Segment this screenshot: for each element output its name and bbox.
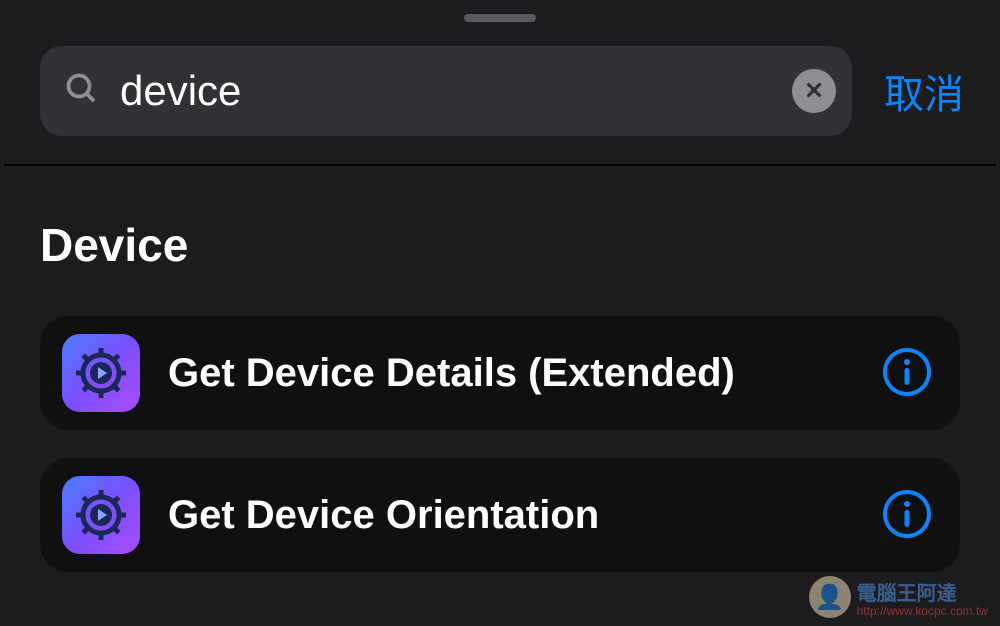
gear-play-icon [62, 476, 140, 554]
watermark-url: http://www.kocpc.com.tw [857, 605, 988, 618]
info-button[interactable] [882, 348, 932, 398]
info-button[interactable] [882, 490, 932, 540]
results-content: Device [4, 166, 996, 572]
info-icon [882, 347, 932, 400]
action-label: Get Device Orientation [168, 493, 854, 538]
watermark-title: 電腦王阿達 [857, 583, 988, 605]
action-item-device-orientation[interactable]: Get Device Orientation [40, 458, 960, 572]
search-input[interactable] [120, 67, 772, 115]
search-bar[interactable] [40, 46, 852, 136]
gear-play-icon [62, 334, 140, 412]
sheet-grabber[interactable] [464, 14, 536, 22]
search-icon [64, 71, 100, 112]
search-header: 取消 [4, 22, 996, 164]
watermark-text: 電腦王阿達 http://www.kocpc.com.tw [857, 583, 988, 618]
action-label: Get Device Details (Extended) [168, 351, 854, 396]
cancel-button[interactable]: 取消 [876, 62, 972, 120]
action-list: Get Device Details (Extended) [40, 316, 960, 572]
clear-search-button[interactable] [792, 69, 836, 113]
section-title: Device [40, 218, 960, 272]
search-sheet: 取消 Device [4, 14, 996, 626]
info-icon [882, 489, 932, 542]
close-icon [803, 79, 825, 104]
action-item-device-details[interactable]: Get Device Details (Extended) [40, 316, 960, 430]
